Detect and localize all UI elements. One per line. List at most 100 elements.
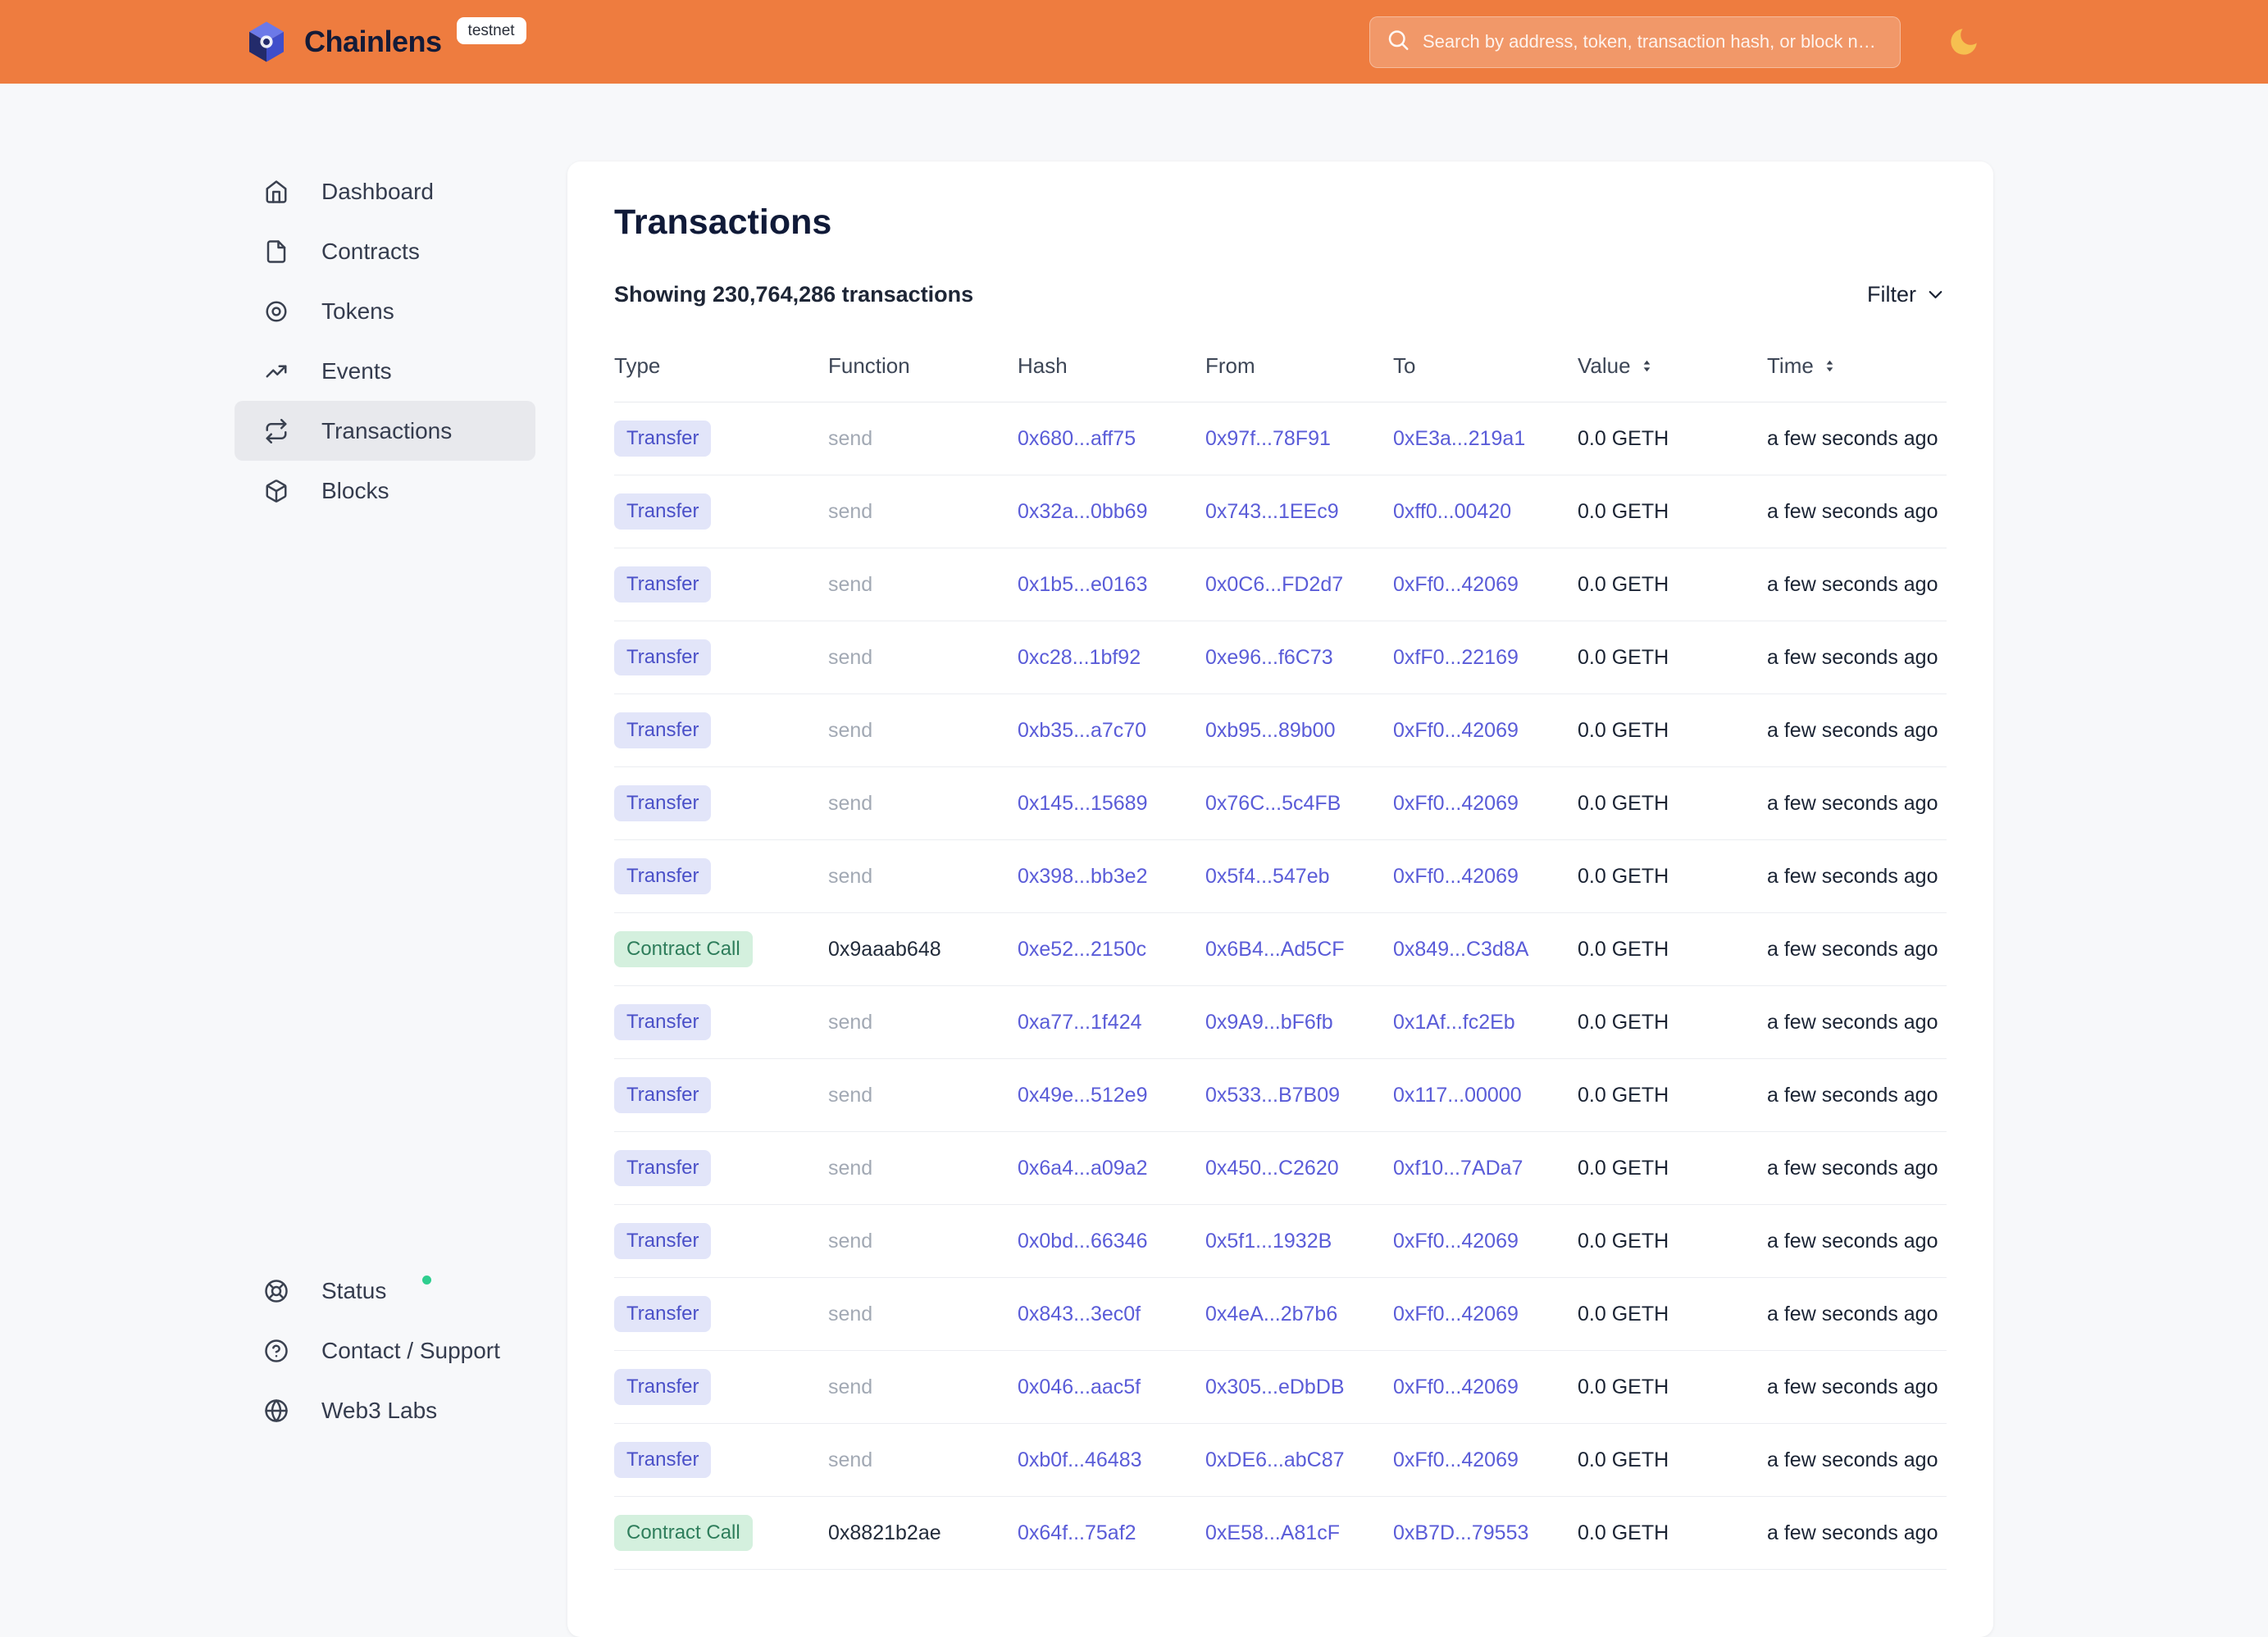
sort-icon[interactable] (1637, 357, 1656, 375)
from-link[interactable]: 0x97f...78F91 (1205, 427, 1331, 450)
hash-cell: 0xc28...1bf92 (1018, 646, 1205, 670)
to-link[interactable]: 0xff0...00420 (1393, 500, 1511, 523)
to-link[interactable]: 0xFf0...42069 (1393, 792, 1519, 815)
to-cell: 0xFf0...42069 (1393, 1303, 1578, 1326)
from-link[interactable]: 0x450...C2620 (1205, 1157, 1339, 1180)
transaction-row: Transfer send 0x843...3ec0f 0x4eA...2b7b… (614, 1278, 1947, 1351)
sidebar-item-tokens[interactable]: Tokens (235, 281, 535, 341)
to-link[interactable]: 0xf10...7ADa7 (1393, 1157, 1523, 1180)
type-badge: Contract Call (614, 1515, 753, 1551)
to-link[interactable]: 0xfF0...22169 (1393, 646, 1519, 669)
hash-link[interactable]: 0x0bd...66346 (1018, 1230, 1147, 1253)
to-link[interactable]: 0xFf0...42069 (1393, 719, 1519, 742)
function-cell: send (828, 1376, 1018, 1399)
sidebar-item-contracts[interactable]: Contracts (235, 221, 535, 281)
time-cell: a few seconds ago (1767, 1303, 1947, 1326)
to-link[interactable]: 0xFf0...42069 (1393, 865, 1519, 888)
to-link[interactable]: 0xFf0...42069 (1393, 1376, 1519, 1398)
hash-link[interactable]: 0x046...aac5f (1018, 1376, 1141, 1398)
column-label: Hash (1018, 353, 1068, 379)
from-link[interactable]: 0x76C...5c4FB (1205, 792, 1341, 815)
from-link[interactable]: 0x6B4...Ad5CF (1205, 938, 1345, 961)
hash-link[interactable]: 0xa77...1f424 (1018, 1011, 1142, 1034)
hash-link[interactable]: 0x49e...512e9 (1018, 1084, 1147, 1107)
to-link[interactable]: 0x1Af...fc2Eb (1393, 1011, 1515, 1034)
to-cell: 0xFf0...42069 (1393, 1230, 1578, 1253)
time-cell: a few seconds ago (1767, 573, 1947, 597)
to-link[interactable]: 0x849...C3d8A (1393, 938, 1528, 961)
from-link[interactable]: 0x9A9...bF6fb (1205, 1011, 1333, 1034)
type-badge: Transfer (614, 421, 711, 457)
from-link[interactable]: 0x305...eDbDB (1205, 1376, 1345, 1398)
filter-button[interactable]: Filter (1867, 282, 1947, 307)
from-link[interactable]: 0x4eA...2b7b6 (1205, 1303, 1337, 1326)
from-cell: 0x743...1EEc9 (1205, 500, 1393, 524)
value-cell: 0.0 GETH (1578, 719, 1767, 743)
function-cell: send (828, 719, 1018, 743)
to-link[interactable]: 0xB7D...79553 (1393, 1521, 1528, 1544)
search-input[interactable] (1369, 16, 1901, 68)
hash-cell: 0xb35...a7c70 (1018, 719, 1205, 743)
hash-link[interactable]: 0x680...aff75 (1018, 427, 1136, 450)
hash-link[interactable]: 0xb35...a7c70 (1018, 719, 1146, 742)
type-badge: Transfer (614, 639, 711, 675)
brand[interactable]: Chainlens testnet (244, 19, 526, 65)
sidebar-item-web3-labs[interactable]: Web3 Labs (235, 1380, 535, 1440)
to-cell: 0xFf0...42069 (1393, 719, 1578, 743)
time-cell: a few seconds ago (1767, 1448, 1947, 1472)
hash-link[interactable]: 0x1b5...e0163 (1018, 573, 1147, 596)
hash-cell: 0xa77...1f424 (1018, 1011, 1205, 1034)
hash-link[interactable]: 0x64f...75af2 (1018, 1521, 1136, 1544)
to-link[interactable]: 0xE3a...219a1 (1393, 427, 1525, 450)
column-header-time[interactable]: Time (1767, 353, 1947, 379)
from-link[interactable]: 0xe96...f6C73 (1205, 646, 1333, 669)
to-link[interactable]: 0xFf0...42069 (1393, 1303, 1519, 1326)
hash-link[interactable]: 0x843...3ec0f (1018, 1303, 1141, 1326)
hash-link[interactable]: 0xe52...2150c (1018, 938, 1146, 961)
function-cell: send (828, 792, 1018, 816)
from-link[interactable]: 0x0C6...FD2d7 (1205, 573, 1343, 596)
sidebar-item-status[interactable]: Status (235, 1261, 535, 1321)
type-badge: Transfer (614, 1077, 711, 1113)
to-cell: 0xff0...00420 (1393, 500, 1578, 524)
value-cell: 0.0 GETH (1578, 1376, 1767, 1399)
to-link[interactable]: 0xFf0...42069 (1393, 1230, 1519, 1253)
to-cell: 0xf10...7ADa7 (1393, 1157, 1578, 1180)
sidebar-item-label: Blocks (321, 478, 389, 504)
from-link[interactable]: 0x5f4...547eb (1205, 865, 1330, 888)
from-cell: 0xb95...89b00 (1205, 719, 1393, 743)
to-link[interactable]: 0xFf0...42069 (1393, 1448, 1519, 1471)
function-cell: send (828, 1011, 1018, 1034)
from-link[interactable]: 0xDE6...abC87 (1205, 1448, 1345, 1471)
type-cell: Transfer (614, 1150, 828, 1186)
from-link[interactable]: 0xb95...89b00 (1205, 719, 1335, 742)
hash-link[interactable]: 0xb0f...46483 (1018, 1448, 1142, 1471)
from-link[interactable]: 0x533...B7B09 (1205, 1084, 1340, 1107)
sidebar-item-events[interactable]: Events (235, 341, 535, 401)
hash-link[interactable]: 0x398...bb3e2 (1018, 865, 1147, 888)
hash-link[interactable]: 0x6a4...a09a2 (1018, 1157, 1147, 1180)
column-header-value[interactable]: Value (1578, 353, 1767, 379)
hash-link[interactable]: 0xc28...1bf92 (1018, 646, 1141, 669)
from-link[interactable]: 0x5f1...1932B (1205, 1230, 1332, 1253)
sidebar-item-blocks[interactable]: Blocks (235, 461, 535, 521)
time-cell: a few seconds ago (1767, 1376, 1947, 1399)
time-cell: a few seconds ago (1767, 1157, 1947, 1180)
to-link[interactable]: 0xFf0...42069 (1393, 573, 1519, 596)
sidebar-item-dashboard[interactable]: Dashboard (235, 161, 535, 221)
sidebar-item-transactions[interactable]: Transactions (235, 401, 535, 461)
to-link[interactable]: 0x117...00000 (1393, 1084, 1522, 1107)
theme-toggle-button[interactable] (1947, 25, 1981, 59)
hash-link[interactable]: 0x32a...0bb69 (1018, 500, 1147, 523)
sidebar-item-label: Events (321, 358, 392, 384)
type-badge: Transfer (614, 712, 711, 748)
from-link[interactable]: 0xE58...A81cF (1205, 1521, 1340, 1544)
sort-icon[interactable] (1820, 357, 1839, 375)
hash-cell: 0x49e...512e9 (1018, 1084, 1205, 1107)
from-link[interactable]: 0x743...1EEc9 (1205, 500, 1339, 523)
search-bar[interactable] (1369, 16, 1901, 68)
hash-link[interactable]: 0x145...15689 (1018, 792, 1147, 815)
sidebar-item-label: Status (321, 1278, 386, 1304)
sidebar-item-contact-support[interactable]: Contact / Support (235, 1321, 535, 1380)
hash-cell: 0x046...aac5f (1018, 1376, 1205, 1399)
